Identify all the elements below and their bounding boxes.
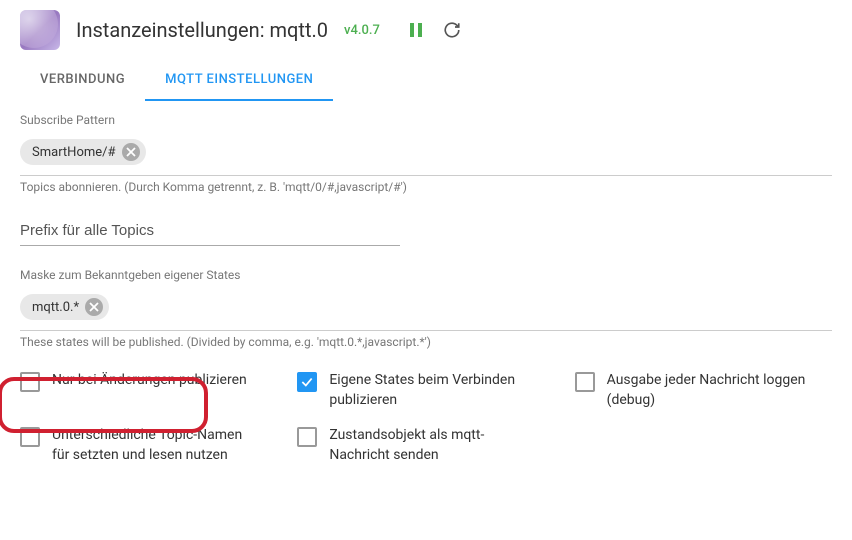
version-badge: v4.0.7 (344, 23, 380, 38)
close-icon[interactable] (122, 143, 140, 161)
close-icon[interactable] (85, 298, 103, 316)
refresh-icon[interactable] (440, 18, 464, 42)
mask-hint: These states will be published. (Divided… (20, 335, 832, 349)
checkbox-icon[interactable] (575, 372, 595, 392)
mask-chip: mqtt.0.* (20, 294, 109, 320)
tabs: VERBINDUNG MQTT EINSTELLUNGEN (0, 60, 852, 101)
chip-text: mqtt.0.* (32, 300, 79, 315)
checkbox-icon[interactable] (20, 372, 40, 392)
checkbox-label: Nur bei Änderungen publizieren (52, 371, 247, 391)
app-icon (20, 10, 60, 50)
prefix-section (20, 216, 832, 246)
checkbox-icon[interactable] (297, 427, 317, 447)
checkbox-label: Eigene States beim Verbinden publizieren (329, 371, 539, 410)
mask-chip-container[interactable]: mqtt.0.* (20, 290, 832, 331)
page-title: Instanzeinstellungen: mqtt.0 (76, 18, 328, 42)
subscribe-section: Subscribe Pattern SmartHome/# Topics abo… (20, 113, 832, 194)
checkbox-grid: Nur bei Änderungen publizieren Eigene St… (20, 371, 832, 465)
tab-mqtt-einstellungen[interactable]: MQTT EINSTELLUNGEN (145, 60, 333, 101)
mask-label: Maske zum Bekanntgeben eigener States (20, 268, 832, 282)
tab-verbindung[interactable]: VERBINDUNG (20, 60, 145, 101)
prefix-input[interactable] (20, 216, 400, 246)
checkbox-state-obj[interactable]: Zustandsobjekt als mqtt-Nachricht senden (297, 426, 554, 465)
chip-text: SmartHome/# (32, 145, 116, 160)
header-actions (404, 18, 464, 42)
checkbox-onchange[interactable]: Nur bei Änderungen publizieren (20, 371, 277, 410)
checkbox-icon[interactable] (20, 427, 40, 447)
checkbox-own-states[interactable]: Eigene States beim Verbinden publizieren (297, 371, 554, 410)
subscribe-hint: Topics abonnieren. (Durch Komma getrennt… (20, 180, 832, 194)
subscribe-label: Subscribe Pattern (20, 113, 832, 127)
checkbox-debug[interactable]: Ausgabe jeder Nachricht loggen (debug) (575, 371, 832, 410)
mask-section: Maske zum Bekanntgeben eigener States mq… (20, 268, 832, 349)
checkbox-label: Zustandsobjekt als mqtt-Nachricht senden (329, 426, 539, 465)
checkbox-label: Ausgabe jeder Nachricht loggen (debug) (607, 371, 817, 410)
subscribe-chip: SmartHome/# (20, 139, 146, 165)
content: Subscribe Pattern SmartHome/# Topics abo… (0, 101, 852, 477)
checkbox-label: Unterschiedliche Topic-Namen für setzten… (52, 426, 262, 465)
pause-icon[interactable] (404, 18, 428, 42)
header: Instanzeinstellungen: mqtt.0 v4.0.7 (0, 0, 852, 60)
subscribe-chip-container[interactable]: SmartHome/# (20, 135, 832, 176)
checkbox-icon[interactable] (297, 372, 317, 392)
checkbox-diff-topics[interactable]: Unterschiedliche Topic-Namen für setzten… (20, 426, 277, 465)
